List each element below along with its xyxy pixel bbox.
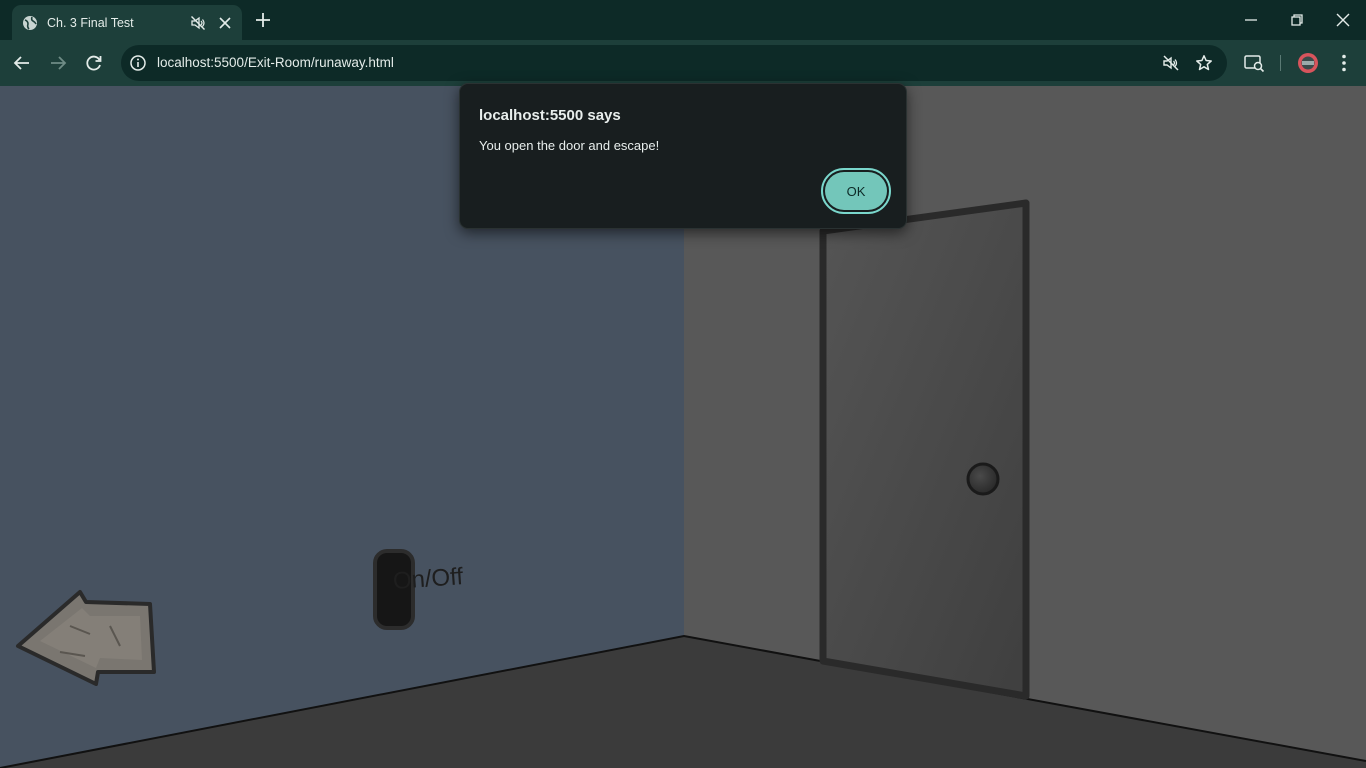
new-tab-icon[interactable] [254,11,272,29]
tab-close-icon[interactable] [218,16,232,30]
more-menu-icon[interactable] [1333,52,1355,74]
alert-dialog: localhost:5500 says You open the door an… [459,83,907,229]
profile-avatar-icon[interactable] [1297,52,1319,74]
dialog-title: localhost:5500 says [479,107,621,124]
back-icon[interactable] [11,52,33,74]
exit-door[interactable] [819,199,1030,700]
bookmark-star-icon[interactable] [1195,54,1213,72]
minimize-icon[interactable] [1241,10,1261,30]
site-muted-icon[interactable] [1162,54,1180,72]
tab-muted-icon[interactable] [190,15,206,31]
address-bar[interactable]: localhost:5500/Exit-Room/runaway.html [121,45,1227,81]
url-text: localhost:5500/Exit-Room/runaway.html [157,55,394,70]
door-knob[interactable] [966,462,1000,496]
reload-icon[interactable] [83,52,105,74]
browser-toolbar: localhost:5500/Exit-Room/runaway.html [0,40,1366,86]
browser-tabstrip: Ch. 3 Final Test [0,0,1366,40]
ok-button-label: OK [825,172,887,210]
dialog-message: You open the door and escape! [479,138,660,153]
toolbar-separator [1280,55,1281,71]
forward-icon[interactable] [47,52,69,74]
close-window-icon[interactable] [1333,10,1353,30]
restore-icon[interactable] [1287,10,1307,30]
browser-tab[interactable]: Ch. 3 Final Test [12,5,242,40]
globe-icon [23,15,37,30]
tab-title: Ch. 3 Final Test [47,15,134,30]
ok-button[interactable]: OK [821,168,891,214]
switch-label: On/Off [392,563,464,595]
media-search-icon[interactable] [1243,52,1265,74]
site-info-icon[interactable] [129,54,147,72]
